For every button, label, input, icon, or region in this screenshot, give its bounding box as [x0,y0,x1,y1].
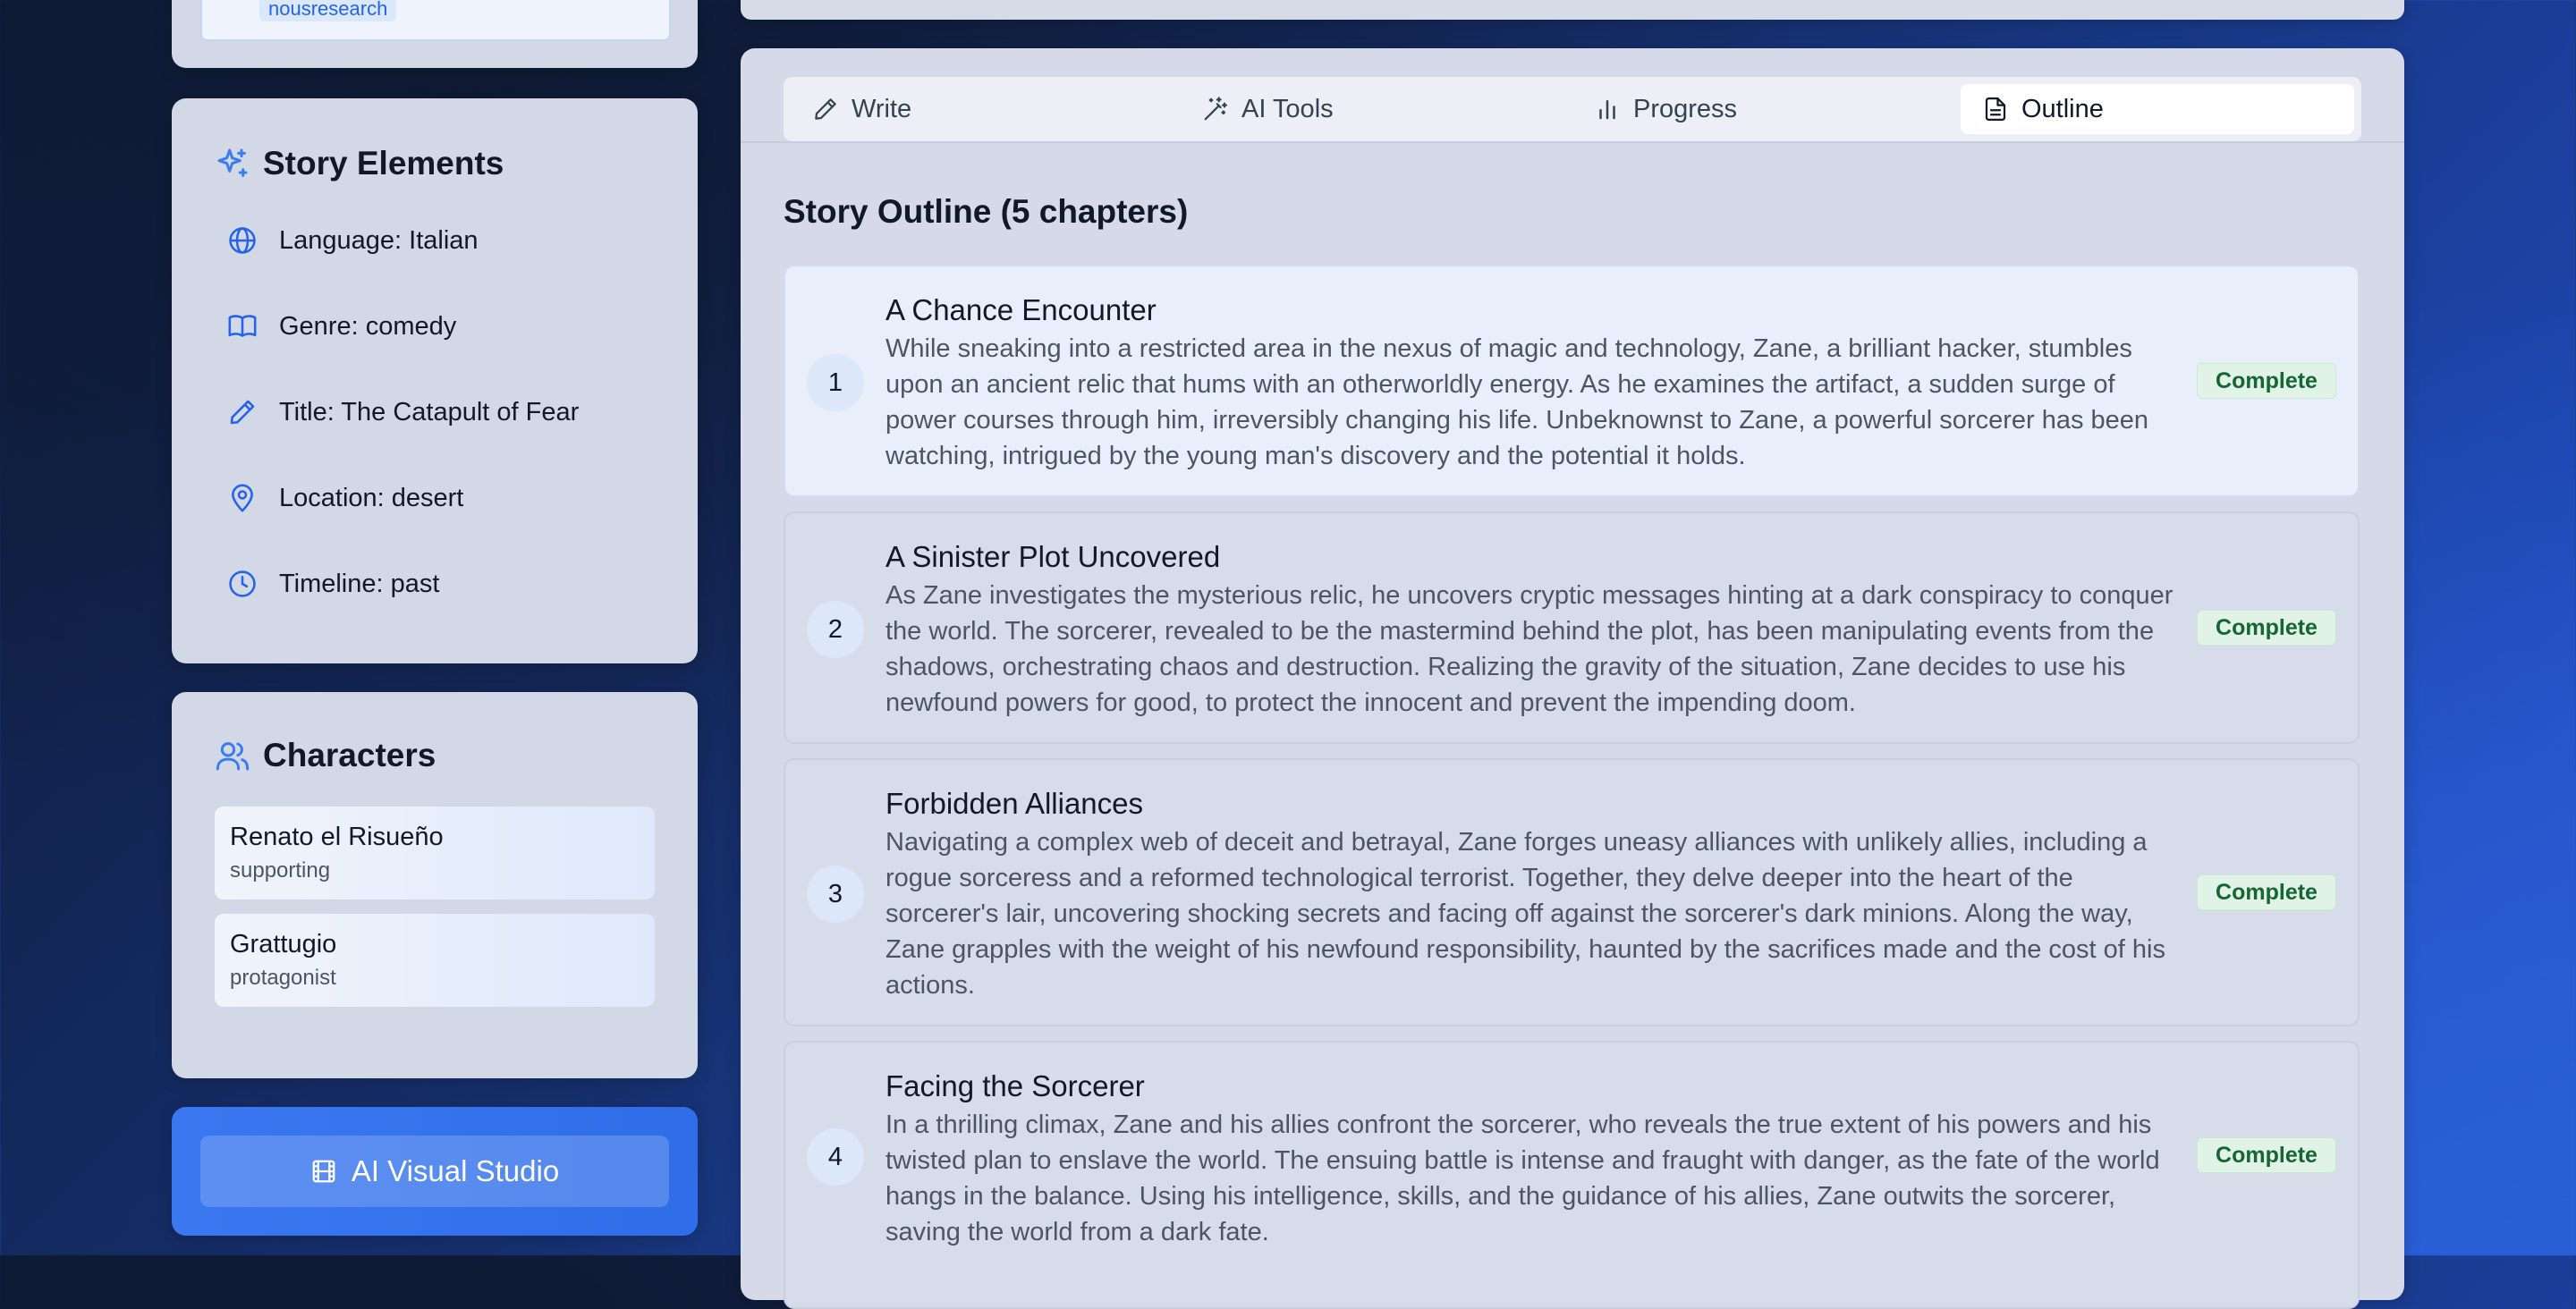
status-badge: Complete [2197,1137,2336,1173]
map-pin-icon [227,483,258,513]
tab-outline[interactable]: Outline [1961,84,2354,134]
story-elements-header: Story Elements [215,145,504,182]
status-badge: Complete [2197,874,2336,910]
story-elements-title: Story Elements [263,145,504,182]
chapter-title: Facing the Sorcerer [886,1069,1145,1102]
chapter-card[interactable]: 1 A Chance Encounter While sneaking into… [784,265,2360,497]
chapter-summary: In a thrilling climax, Zane and his alli… [886,1111,2160,1246]
chapter-card[interactable]: 3 Forbidden Alliances Navigating a compl… [784,758,2360,1026]
magic-wand-icon [1202,96,1229,122]
clock-icon [227,569,258,599]
visual-studio-panel: AI Visual Studio [172,1107,698,1236]
chapter-number: 4 [807,1128,864,1186]
outline-title: Story Outline (5 chapters) [784,193,1189,230]
bar-chart-icon [1594,96,1621,122]
chapter-title: A Sinister Plot Uncovered [886,540,1221,573]
characters-title: Characters [263,737,436,773]
element-genre: Genre: comedy [227,311,456,342]
user-tag[interactable]: nousresearch [259,0,397,21]
chapter-summary: Navigating a complex web of deceit and b… [886,828,2165,1000]
element-genre-label: Genre: comedy [279,311,457,341]
document-icon [1982,96,2009,122]
globe-icon [227,225,258,256]
film-icon [310,1158,337,1185]
ai-visual-studio-label: AI Visual Studio [351,1154,560,1187]
character-card[interactable]: Grattugio protagonist [215,914,655,1007]
book-open-icon [227,311,258,342]
element-title: Title: The Catapult of Fear [227,397,579,427]
status-badge: Complete [2197,363,2336,399]
sparkles-icon [215,146,250,182]
tab-write-label: Write [852,94,912,123]
element-language-label: Language: Italian [279,225,479,255]
element-timeline-label: Timeline: past [279,569,440,598]
chapter-title: Forbidden Alliances [886,787,1144,820]
chapter-number: 1 [807,354,864,411]
element-timeline: Timeline: past [227,569,439,599]
chapter-card[interactable]: 2 A Sinister Plot Uncovered As Zane inve… [784,511,2360,744]
character-name: Grattugio [230,930,337,959]
chapter-summary: As Zane investigates the mysterious reli… [886,581,2174,717]
tab-bar: Write AI Tools Progress Outline [784,77,2361,141]
chapter-number: 3 [807,866,864,923]
tab-ai-tools[interactable]: AI Tools [1202,84,1334,134]
tab-progress-label: Progress [1633,94,1738,123]
character-card[interactable]: Renato el Risueño supporting [215,807,655,899]
user-card: nousresearch [172,0,698,68]
characters-header: Characters [215,737,436,774]
chapter-summary: While sneaking into a restricted area in… [886,334,2149,470]
tab-progress[interactable]: Progress [1594,84,1737,134]
ai-visual-studio-button[interactable]: AI Visual Studio [200,1136,669,1207]
chapter-number: 2 [807,601,864,658]
main-panel: Write AI Tools Progress Outline Story Ou… [741,48,2404,1309]
character-role: protagonist [230,966,336,990]
status-badge: Complete [2197,610,2336,646]
pencil-icon [812,96,839,122]
character-role: supporting [230,858,331,883]
element-language: Language: Italian [227,225,479,256]
chapter-title: A Chance Encounter [886,293,1157,326]
tab-ai-tools-label: AI Tools [1241,94,1334,123]
element-title-label: Title: The Catapult of Fear [279,397,580,426]
tab-outline-label: Outline [2021,94,2104,123]
users-icon [215,738,250,773]
pencil-icon [227,397,258,427]
element-location: Location: desert [227,483,463,513]
character-name: Renato el Risueño [230,823,444,851]
user-card-inner: nousresearch [200,0,671,41]
tab-write[interactable]: Write [812,84,911,134]
divider [741,141,2404,143]
top-strip [741,0,2404,20]
characters-panel: Characters Renato el Risueño supporting … [172,692,698,1078]
chapter-card[interactable]: 4 Facing the Sorcerer In a thrilling cli… [784,1041,2360,1309]
story-elements-panel: Story Elements Language: Italian Genre: … [172,98,698,663]
element-location-label: Location: desert [279,483,464,512]
